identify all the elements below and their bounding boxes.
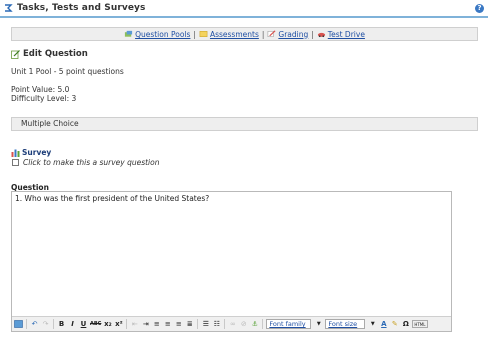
nav-link-grading[interactable]: Grading <box>278 30 308 39</box>
toolbar-divider <box>126 319 128 329</box>
toolbar-divider <box>26 319 27 329</box>
link-icon[interactable]: ∞ <box>228 319 237 330</box>
chart-icon <box>11 149 20 157</box>
outdent-icon[interactable]: ⇤ <box>130 319 139 330</box>
strikethrough-button[interactable]: ABC <box>90 319 101 330</box>
nav-separator: | <box>261 29 265 39</box>
editor-toolbar: ↶ ↷ B I U ABC x₂ x² ⇤ ⇥ ≡ ≡ ≡ ≣ ☰ ☷ ∞ ⊘ … <box>12 316 451 331</box>
difficulty-level: Difficulty Level: 3 <box>11 94 77 103</box>
toolbar-divider <box>53 319 54 329</box>
page-title: Edit Question <box>23 49 88 59</box>
edit-question-heading: Edit Question <box>11 49 88 59</box>
align-right-icon[interactable]: ≡ <box>174 319 183 330</box>
html-source-button[interactable]: HTML <box>412 320 428 328</box>
app-icon <box>5 4 13 12</box>
highlight-icon[interactable]: ✎ <box>390 319 399 330</box>
align-center-icon[interactable]: ≡ <box>163 319 172 330</box>
anchor-icon[interactable]: ⚓ <box>250 319 259 330</box>
subscript-button[interactable]: x₂ <box>103 319 112 330</box>
unlink-icon[interactable]: ⊘ <box>239 319 248 330</box>
survey-heading: Survey <box>11 148 51 157</box>
text-color-icon[interactable]: A <box>379 319 388 330</box>
pool-icon <box>124 30 133 37</box>
title-bar: Tasks, Tests and Surveys ? <box>0 0 488 18</box>
redo-icon[interactable]: ↷ <box>41 319 50 330</box>
font-family-arrow-icon[interactable]: ▼ <box>314 319 323 330</box>
survey-title: Survey <box>22 148 52 157</box>
survey-checkbox[interactable] <box>12 159 19 166</box>
question-text[interactable]: 1. Who was the first president of the Un… <box>12 192 451 316</box>
survey-checkbox-label: Click to make this a survey question <box>23 158 160 167</box>
italic-button[interactable]: I <box>68 319 77 330</box>
nav-separator: | <box>193 29 196 39</box>
underline-button[interactable]: U <box>79 319 88 330</box>
align-left-icon[interactable]: ≡ <box>152 319 161 330</box>
help-icon[interactable]: ? <box>475 4 484 13</box>
numbered-list-icon[interactable]: ☷ <box>212 319 221 330</box>
font-family-value: Font family <box>269 320 306 328</box>
nav-separator: | <box>311 29 314 39</box>
nav-bar: Question Pools | Assessments | Grading |… <box>11 27 478 41</box>
toolbar-divider <box>197 319 199 329</box>
image-icon[interactable] <box>14 319 23 330</box>
point-value: Point Value: 5.0 <box>11 85 70 94</box>
survey-checkbox-row[interactable]: Click to make this a survey question <box>12 158 159 167</box>
font-size-value: Font size <box>328 320 358 328</box>
toolbar-divider <box>262 319 264 329</box>
bold-button[interactable]: B <box>57 319 66 330</box>
test-drive-icon <box>317 32 325 38</box>
question-editor[interactable]: 1. Who was the first president of the Un… <box>11 191 452 332</box>
nav-link-question-pools[interactable]: Question Pools <box>135 30 190 39</box>
nav-link-assessments[interactable]: Assessments <box>210 30 259 39</box>
font-size-select[interactable]: Font size <box>325 319 366 329</box>
font-family-select[interactable]: Font family <box>266 319 312 329</box>
indent-icon[interactable]: ⇥ <box>141 319 150 330</box>
window-title: Tasks, Tests and Surveys <box>17 3 146 13</box>
pool-info: Unit 1 Pool - 5 point questions <box>11 67 124 76</box>
nav-link-test-drive[interactable]: Test Drive <box>328 30 365 39</box>
edit-icon <box>11 49 20 59</box>
align-justify-icon[interactable]: ≣ <box>185 319 194 330</box>
font-size-arrow-icon[interactable]: ▼ <box>368 319 377 330</box>
special-char-button[interactable]: Ω <box>401 319 410 330</box>
grading-icon <box>268 30 276 37</box>
toolbar-divider <box>224 319 226 329</box>
question-type-bar: Multiple Choice <box>11 117 478 131</box>
bullet-list-icon[interactable]: ☰ <box>201 319 210 330</box>
undo-icon[interactable]: ↶ <box>30 319 39 330</box>
superscript-button[interactable]: x² <box>114 319 123 330</box>
assessment-icon <box>199 31 208 37</box>
